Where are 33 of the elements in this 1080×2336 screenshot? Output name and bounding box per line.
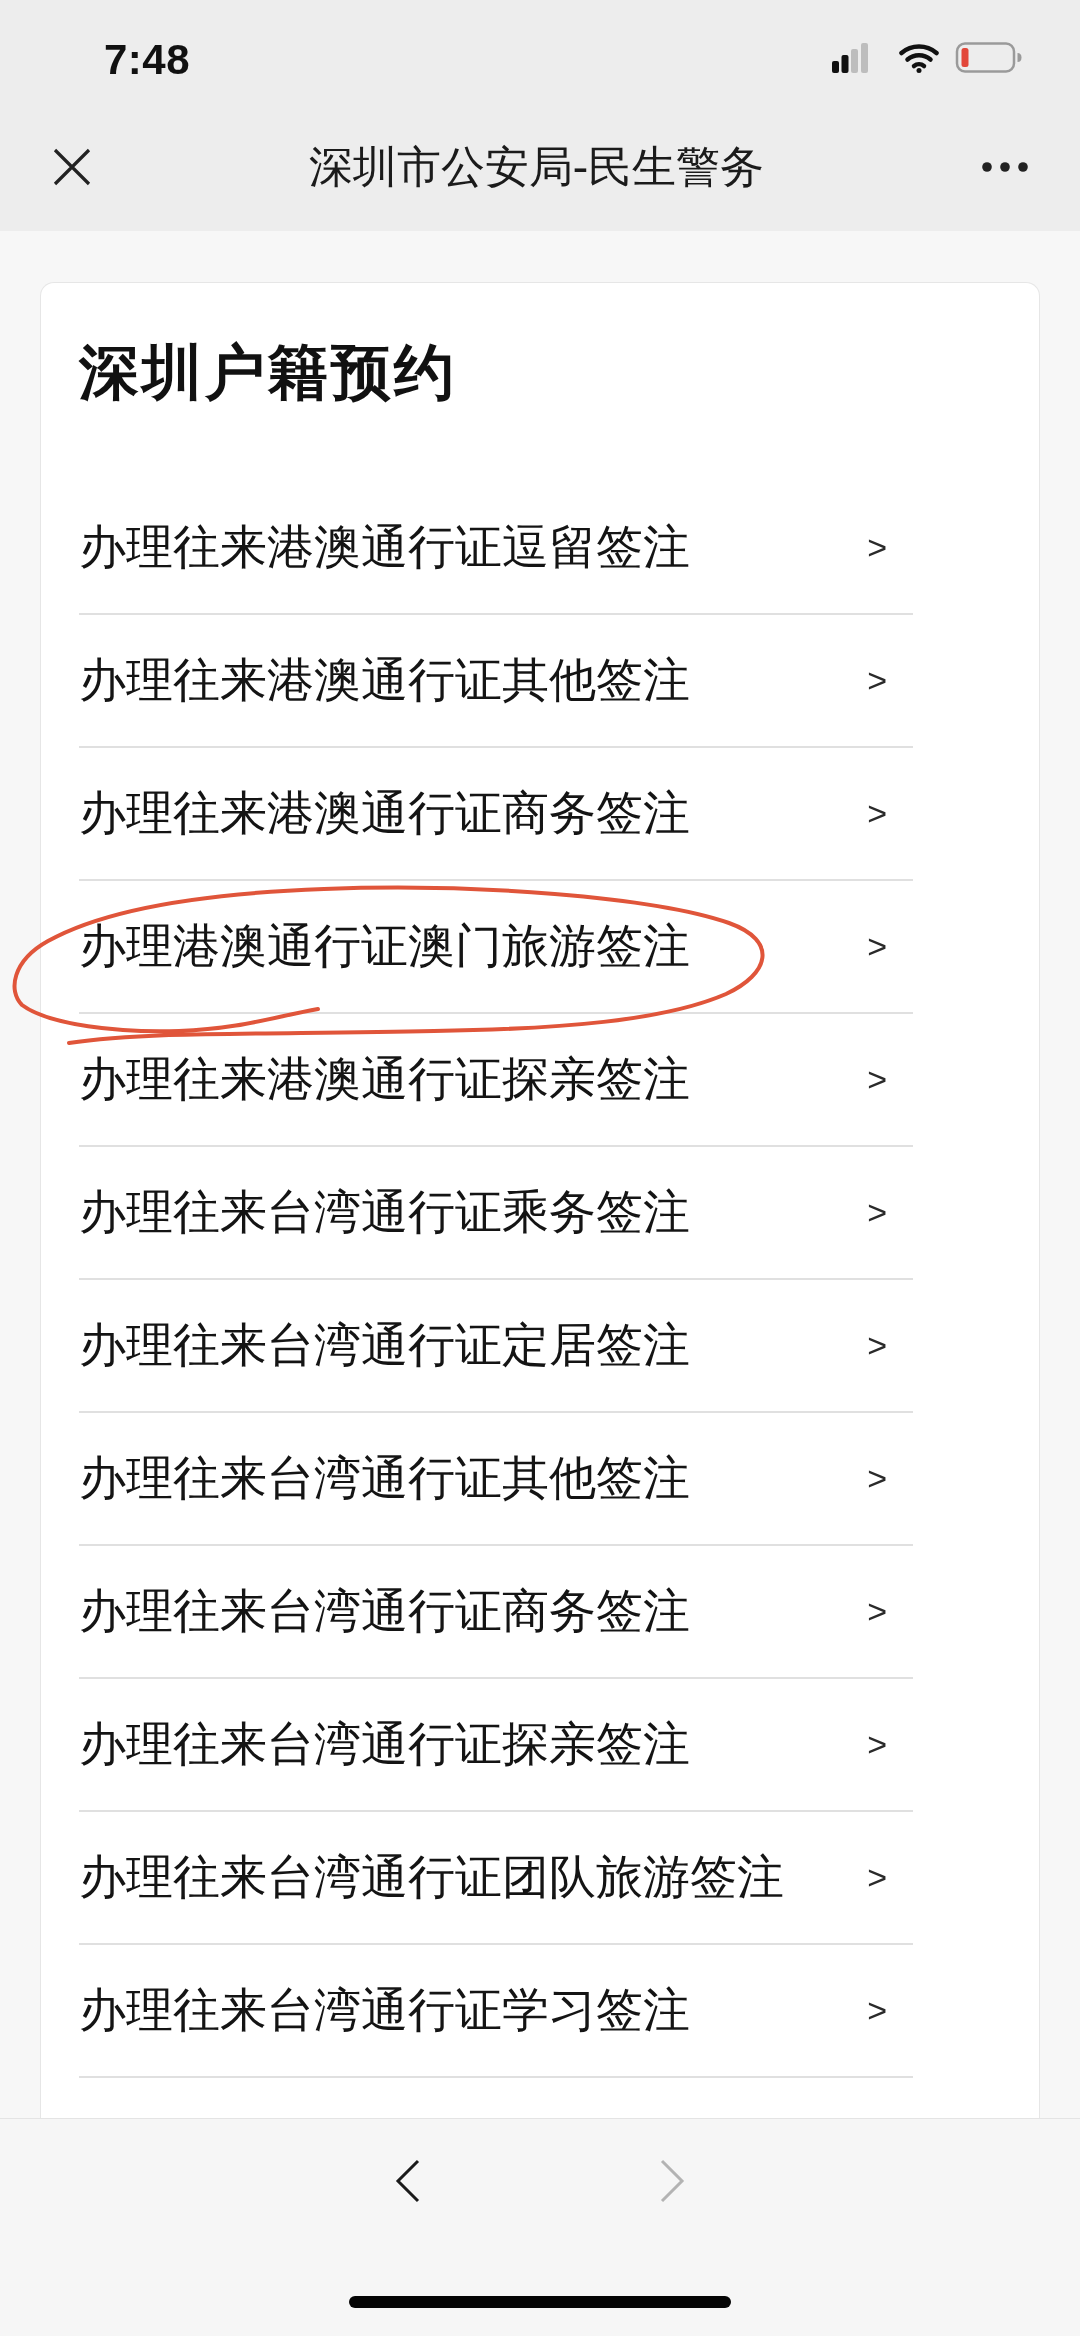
list-item[interactable]: 办理往来台湾通行证乘务签注 > <box>79 1147 913 1280</box>
close-icon[interactable] <box>53 147 91 186</box>
list-item[interactable]: 办理往来港澳通行证探亲签注 > <box>79 1014 913 1147</box>
nav-title: 深圳市公安局-民生警务 <box>308 140 765 193</box>
list-item[interactable]: 办理往来台湾通行证团队旅游签注 > <box>79 1812 913 1945</box>
back-icon[interactable] <box>395 2159 421 2203</box>
chevron: > <box>867 1193 887 1232</box>
chevron: > <box>867 1060 887 1099</box>
chevron: > <box>867 927 887 966</box>
chevron: > <box>867 1592 887 1631</box>
chevron: > <box>867 1459 887 1498</box>
chevron: > <box>867 661 887 700</box>
chevron: > <box>867 1991 887 2030</box>
wifi-icon <box>899 42 939 73</box>
list-item[interactable]: 办理往来港澳通行证商务签注 > <box>79 748 913 881</box>
list-item[interactable]: 办理往来台湾通行证学习签注 > <box>79 1945 913 2078</box>
list-item[interactable]: 办理往来台湾通行证探亲签注 > <box>79 1679 913 1812</box>
status-time: 7:48 <box>104 36 191 84</box>
chevron: > <box>867 1326 887 1365</box>
battery-icon <box>955 42 1022 73</box>
list-item[interactable]: 办理港澳通行证澳门旅游签注 > <box>79 881 913 1014</box>
signal-icon <box>832 42 868 73</box>
more-icon[interactable] <box>982 161 1028 172</box>
list-item[interactable]: 办理往来台湾通行证其他签注 > <box>79 1413 913 1546</box>
card-title: 深圳户籍预约 <box>78 336 458 409</box>
list-item[interactable]: 办理往来港澳通行证逗留签注 > <box>79 482 913 615</box>
list-item[interactable]: 办理往来港澳通行证其他签注 > <box>79 615 913 748</box>
chevron: > <box>867 794 887 833</box>
chevron: > <box>867 1858 887 1897</box>
list-item[interactable]: 办理往来台湾通行证定居签注 > <box>79 1280 913 1413</box>
list-item[interactable]: 办理往来台湾通行证商务签注 > <box>79 1546 913 1679</box>
chevron: > <box>867 528 887 567</box>
chevron: > <box>867 1725 887 1764</box>
